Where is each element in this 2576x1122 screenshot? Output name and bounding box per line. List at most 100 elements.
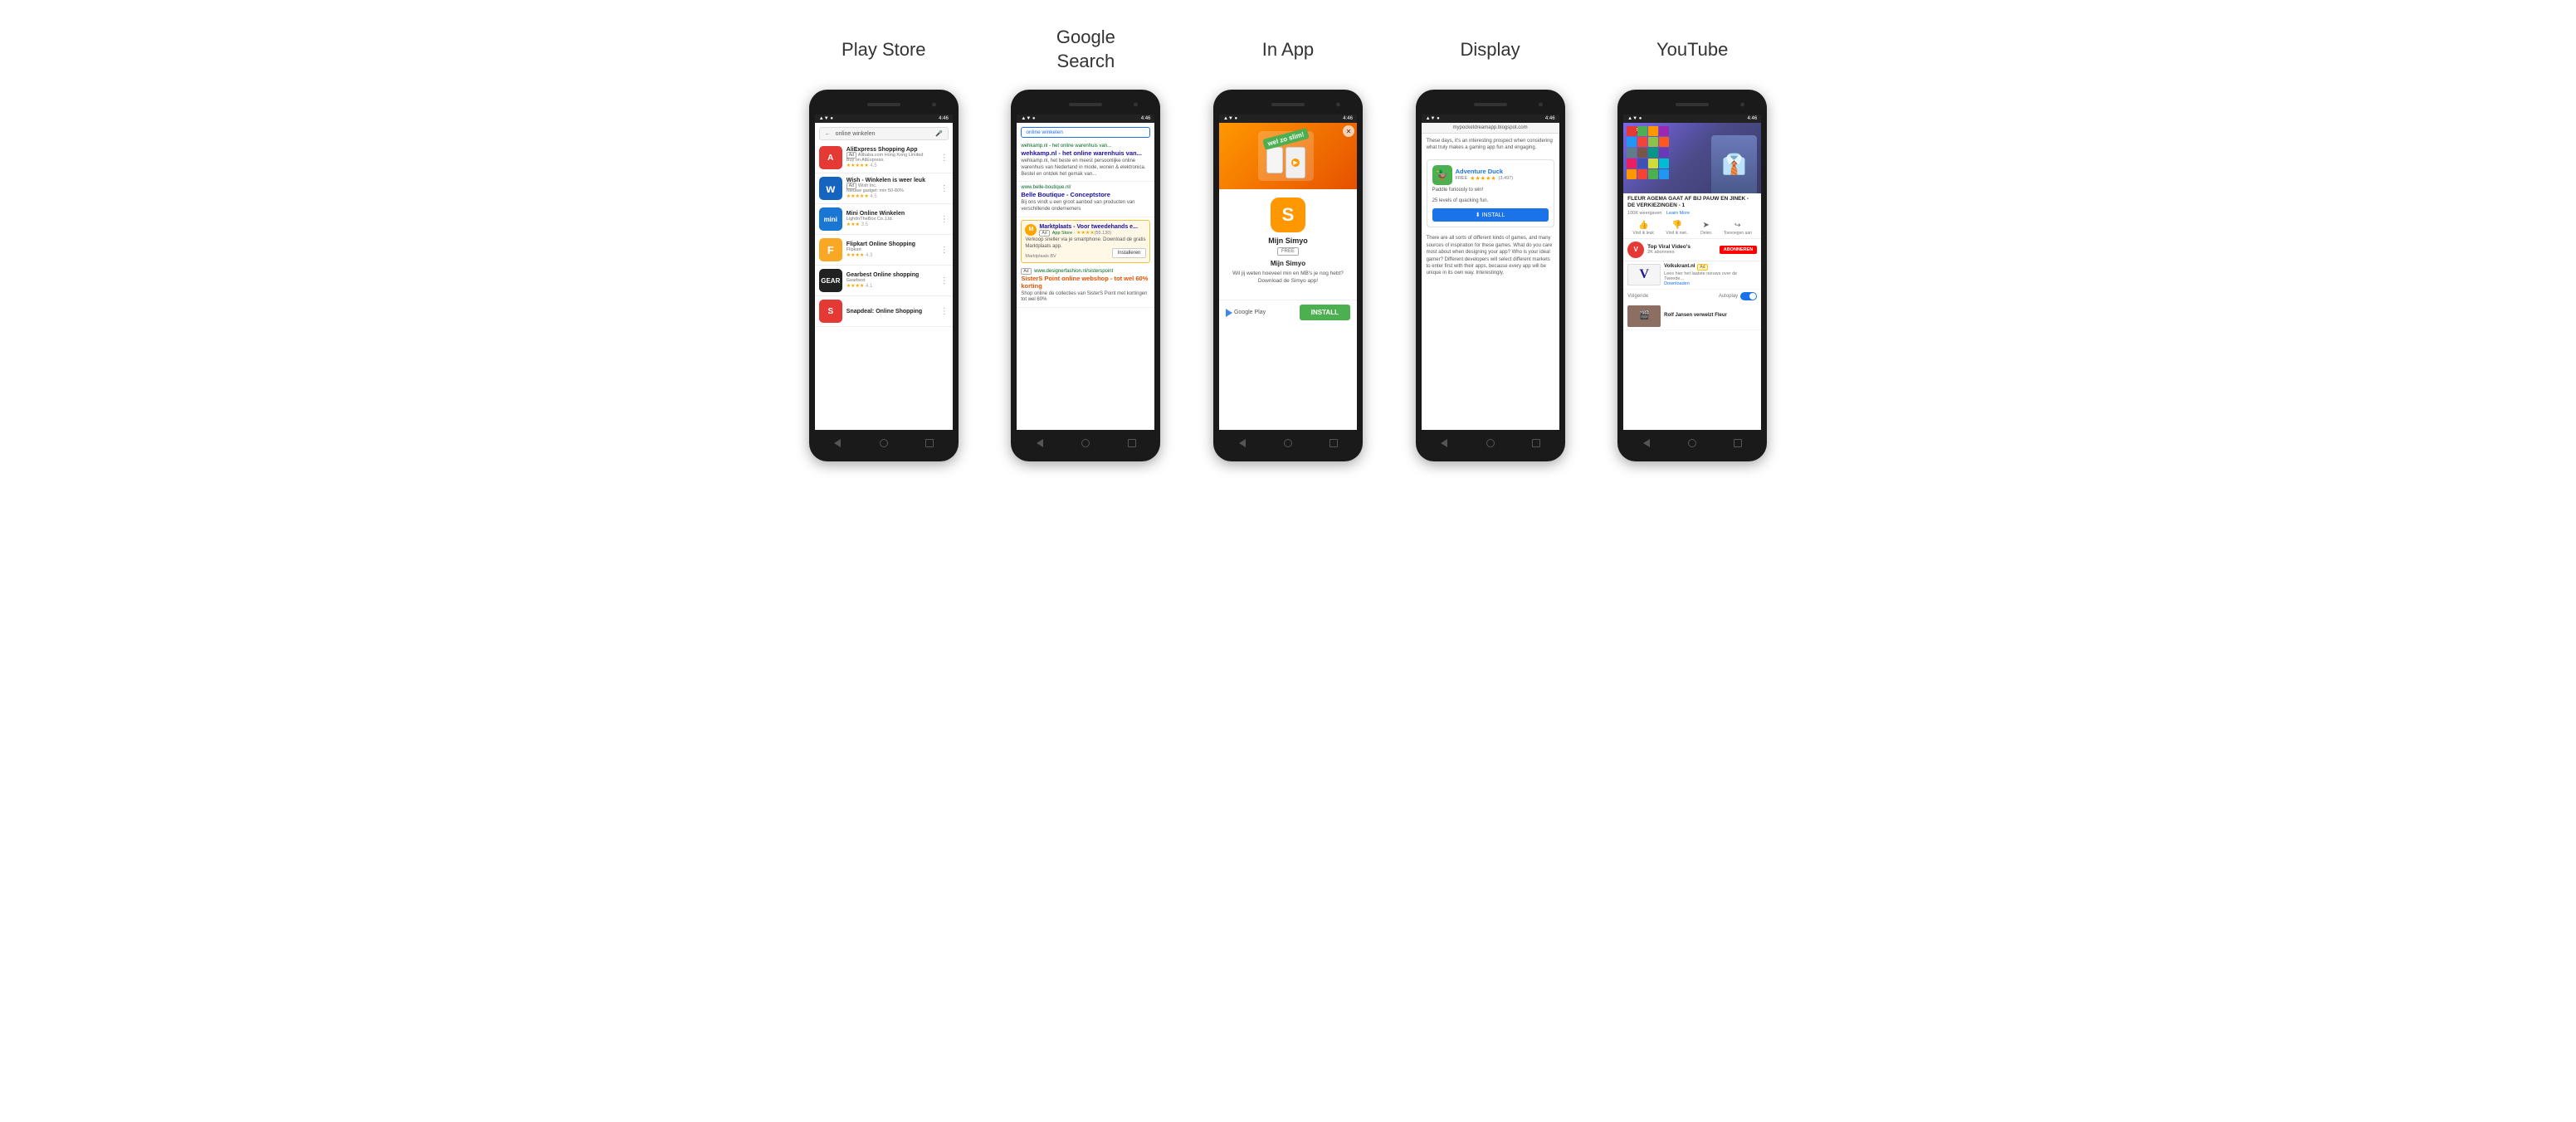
phone-camera: [1336, 103, 1340, 107]
video-title: FLEUR AGEMA GAAT AF BIJ PAUW EN JINEK - …: [1623, 193, 1761, 211]
app-icon: mini: [819, 207, 842, 231]
phone-top: [815, 98, 953, 111]
youtube-screen: ADS 👔: [1623, 123, 1761, 430]
ad-result[interactable]: M Marktplaats - Voor tweedehands e... Ad…: [1021, 220, 1150, 263]
list-item[interactable]: S Snapdeal: Online Shopping ⋮: [815, 296, 953, 327]
phone-camera: [1740, 103, 1744, 107]
url-bar[interactable]: mypocketdreamapp.blogspot.com: [1422, 123, 1559, 134]
app-icon: F: [819, 238, 842, 261]
app-info: S Mijn Simyo FREE Mijn Simyo Wil jij wet…: [1219, 189, 1357, 300]
status-bar: ▲▼ ● 4:46: [815, 115, 953, 123]
learn-more-link[interactable]: Learn More: [1666, 211, 1690, 216]
display-title: Display: [1461, 25, 1520, 75]
display-column: Display ▲▼ ● 4:46 mypocketdreamapp.blogs…: [1397, 25, 1584, 461]
phone-speaker: [1271, 103, 1305, 106]
list-item[interactable]: F Flipkart Online Shopping Flipkart ★★★★…: [815, 235, 953, 266]
search-bar[interactable]: online winkelen: [1021, 127, 1150, 138]
play-store-search[interactable]: ← online winkelen 🎤: [819, 127, 949, 140]
like-button[interactable]: 👍 Vind ik leuk: [1632, 221, 1653, 236]
google-search-column: Google Search ▲▼ ● 4:46 online winkelen …: [993, 25, 1180, 461]
suggested-item[interactable]: V Volkskrant.nl Ad Lees hier het laatste…: [1623, 261, 1761, 290]
in-app-screen: ✕ wel zo slim! ▶: [1219, 123, 1357, 430]
phone-camera: [932, 103, 936, 107]
play-store-phone: ▲▼ ● 4:46 ← online winkelen 🎤 A AliExpre…: [809, 90, 959, 461]
playlist-icon: ↪: [1734, 221, 1741, 230]
phone-top: [1422, 98, 1559, 111]
phone-speaker: [1069, 103, 1102, 106]
dislike-button[interactable]: 👎 Vind ik niet..: [1666, 221, 1688, 236]
autoplay-row: Volgende Autoplay: [1623, 290, 1761, 303]
display-ad[interactable]: 🦆 Adventure Duck FREE ★★★★★ (3,497) Padd…: [1427, 159, 1554, 228]
thumbnail: V: [1627, 264, 1661, 285]
back-button[interactable]: [1034, 437, 1046, 449]
video-player[interactable]: ADS 👔: [1623, 123, 1761, 193]
phone-speaker: [1676, 103, 1709, 106]
search-result[interactable]: wehkamp.nl - het online warenhuis van...…: [1017, 140, 1154, 182]
google-search-title: Google Search: [1056, 25, 1115, 75]
install-button[interactable]: Installeren: [1112, 248, 1147, 258]
video-actions: 👍 Vind ik leuk 👎 Vind ik niet.. ➤ Delen …: [1623, 218, 1761, 239]
back-button[interactable]: [1237, 437, 1248, 449]
app-footer: Google Play INSTALL: [1219, 300, 1357, 324]
install-button[interactable]: ⬇ INSTALL: [1432, 208, 1549, 222]
search-result[interactable]: www.belle-boutique.nl/ Belle Boutique - …: [1017, 182, 1154, 217]
install-button[interactable]: INSTALL: [1300, 305, 1350, 320]
youtube-column: YouTube ▲▼ ● 4:46 ADS 👔: [1598, 25, 1786, 461]
gplay-icon: [1226, 309, 1232, 317]
phone-nav: [1623, 433, 1761, 453]
phone-nav: [815, 433, 953, 453]
in-app-title: In App: [1262, 25, 1314, 75]
search-result[interactable]: Ad www.designerfashion.nl/sisterspoint S…: [1017, 266, 1154, 309]
display-phone: ▲▼ ● 4:46 mypocketdreamapp.blogspot.com …: [1416, 90, 1565, 461]
app-icon: S: [819, 300, 842, 323]
list-item[interactable]: w Wish - Winkelen is weer leuk AdWish In…: [815, 173, 953, 204]
phone-speaker: [1474, 103, 1507, 106]
back-button[interactable]: [832, 437, 843, 449]
recents-button[interactable]: [924, 437, 935, 449]
list-item[interactable]: A AliExpress Shopping App AdAlibaba.com …: [815, 143, 953, 173]
app-icon: GEAR: [819, 269, 842, 292]
list-item[interactable]: mini Mini Online Winkelen LightInTheBox …: [815, 204, 953, 235]
back-button[interactable]: [1438, 437, 1450, 449]
play-store-column: Play Store ▲▼ ● 4:46 ← online winkelen 🎤…: [790, 25, 978, 461]
phone-camera: [1539, 103, 1543, 107]
status-bar: ▲▼ ● 4:46: [1017, 115, 1154, 123]
share-button[interactable]: ➤ Delen: [1700, 221, 1711, 236]
phone-camera: [1134, 103, 1138, 107]
channel-row: V Top Viral Video's 2K abonnees ABONNERE…: [1623, 239, 1761, 261]
home-button[interactable]: [1080, 437, 1091, 449]
recents-button[interactable]: [1126, 437, 1138, 449]
list-item[interactable]: GEAR Gearbest Online shopping Gearbest ★…: [815, 266, 953, 296]
google-search-phone: ▲▼ ● 4:46 online winkelen wehkamp.nl - h…: [1011, 90, 1160, 461]
thumbnail: 🎬: [1627, 305, 1661, 327]
channel-icon: V: [1627, 241, 1644, 258]
status-bar: ▲▼ ● 4:46: [1219, 115, 1357, 123]
home-button[interactable]: [1686, 437, 1698, 449]
status-bar: ▲▼ ● 4:46: [1623, 115, 1761, 123]
recents-button[interactable]: [1530, 437, 1542, 449]
display-screen: mypocketdreamapp.blogspot.com These days…: [1422, 123, 1559, 430]
phone-speaker: [867, 103, 900, 106]
in-app-column: In App ▲▼ ● 4:46 ✕ wel zo slim!: [1194, 25, 1382, 461]
home-button[interactable]: [1485, 437, 1496, 449]
main-container: Play Store ▲▼ ● 4:46 ← online winkelen 🎤…: [790, 25, 1786, 461]
back-button[interactable]: [1641, 437, 1652, 449]
recents-button[interactable]: [1328, 437, 1339, 449]
download-link[interactable]: Downloaden: [1664, 281, 1757, 286]
app-icon: S: [1271, 198, 1305, 232]
in-app-phone: ▲▼ ● 4:46 ✕ wel zo slim! ▶: [1213, 90, 1363, 461]
home-button[interactable]: [878, 437, 890, 449]
ad-icon: 🦆: [1432, 165, 1452, 185]
recents-button[interactable]: [1732, 437, 1744, 449]
add-to-button[interactable]: ↪ Toevoegen aan: [1724, 221, 1752, 236]
play-store-screen: ← online winkelen 🎤 A AliExpress Shoppin…: [815, 123, 953, 430]
youtube-title: YouTube: [1656, 25, 1728, 75]
ad-banner: ✕ wel zo slim! ▶: [1219, 123, 1357, 189]
home-button[interactable]: [1282, 437, 1294, 449]
subscribe-button[interactable]: ABONNEREN: [1720, 246, 1757, 254]
next-video-item[interactable]: 🎬 Rolf Jansen verwelzt Fleur: [1623, 303, 1761, 330]
close-button[interactable]: ✕: [1343, 125, 1354, 137]
status-bar: ▲▼ ● 4:46: [1422, 115, 1559, 123]
phone-top: [1623, 98, 1761, 111]
autoplay-toggle[interactable]: [1740, 292, 1757, 300]
